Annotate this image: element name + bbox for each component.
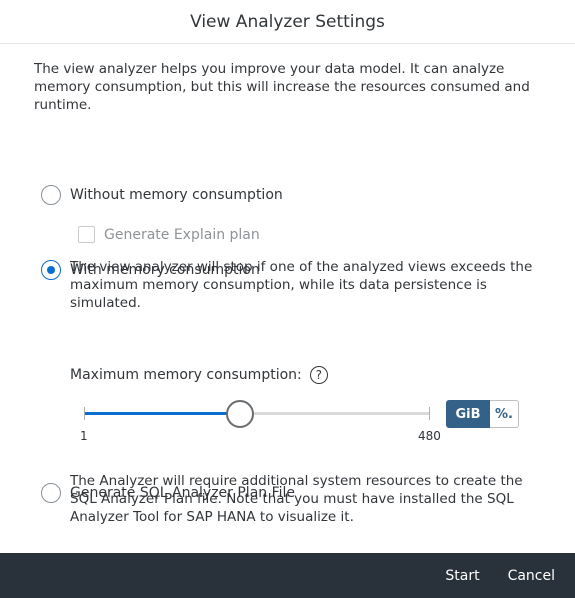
checkbox-label: Generate Explain plan (104, 226, 260, 243)
slider-max-label: 480 (418, 429, 441, 443)
radio-button-selected[interactable] (41, 260, 61, 280)
dialog-header: View Analyzer Settings (0, 0, 575, 44)
intro-text: The view analyzer helps you improve your… (34, 61, 530, 113)
slider-min-tick (84, 407, 85, 420)
sql-plan-description: The Analyzer will require additional sys… (70, 473, 523, 525)
slider-min-label: 1 (80, 429, 88, 443)
dialog-footer: Start Cancel (0, 553, 575, 598)
cancel-button[interactable]: Cancel (500, 562, 563, 590)
max-memory-label: Maximum memory consumption: (70, 367, 302, 383)
radio-label: Without memory consumption (70, 187, 283, 203)
checkbox-explain-plan[interactable]: Generate Explain plan (78, 226, 260, 243)
radio-button[interactable] (41, 185, 61, 205)
slider-fill (84, 412, 240, 415)
dialog-content: The view analyzer helps you improve your… (0, 44, 575, 553)
question-circle-icon[interactable]: ? (309, 366, 328, 384)
start-button[interactable]: Start (437, 562, 487, 590)
memory-slider[interactable] (84, 400, 430, 428)
unit-toggle: GiB %. (446, 400, 519, 428)
radio-button[interactable] (41, 483, 61, 503)
view-analyzer-settings-dialog: View Analyzer Settings The view analyzer… (0, 0, 575, 598)
unit-gib-button[interactable]: GiB (446, 400, 490, 428)
dialog-title: View Analyzer Settings (190, 11, 385, 32)
with-memory-description: The view analyzer will stop if one of th… (70, 259, 533, 311)
unit-percent-button[interactable]: %. (490, 400, 519, 428)
slider-handle[interactable] (226, 400, 254, 428)
slider-max-tick (429, 407, 430, 420)
radio-without-memory[interactable]: Without memory consumption (41, 185, 283, 205)
radio-dot-icon (47, 266, 55, 274)
max-memory-label-row: Maximum memory consumption: ? (70, 366, 328, 384)
checkbox-box[interactable] (78, 226, 95, 243)
